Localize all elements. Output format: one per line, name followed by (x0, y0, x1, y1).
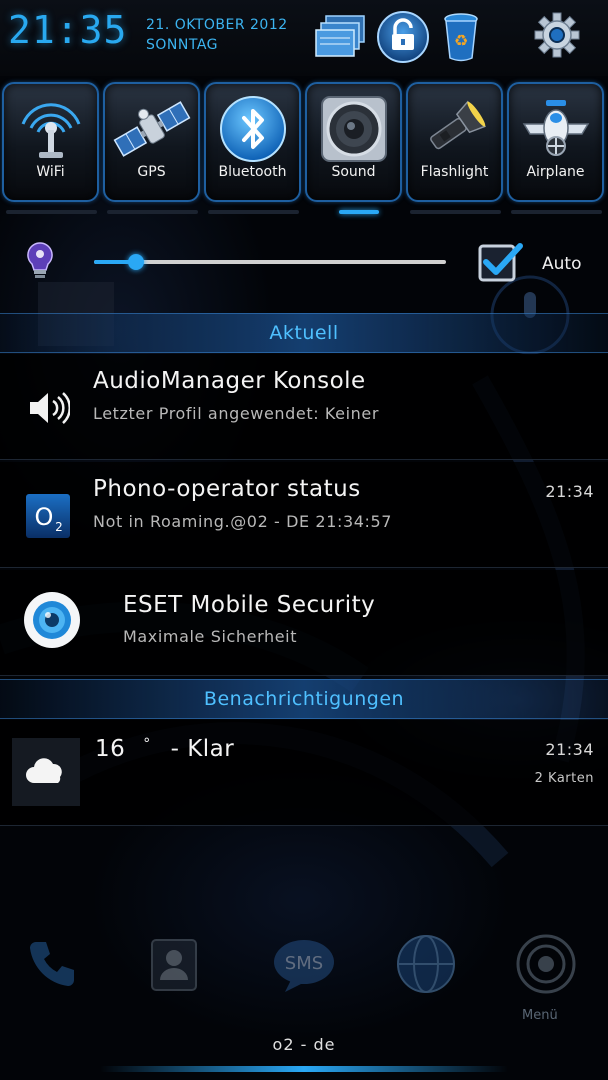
notification-weather[interactable]: 16 ° - Klar 21:34 2 Karten (0, 720, 608, 826)
weather-temperature: 16 (95, 736, 126, 762)
toggle-flashlight[interactable]: Flashlight (406, 82, 503, 202)
notification-subtitle: Not in Roaming.@02 - DE 21:34:57 (93, 512, 393, 531)
notification-eset[interactable]: ESET Mobile Security Maximale Sicherheit (0, 570, 608, 676)
wifi-antenna-icon (4, 92, 97, 166)
toggle-indicator-active (309, 210, 400, 214)
speaker-icon (307, 92, 400, 166)
contacts-icon[interactable] (136, 926, 212, 1002)
toggle-indicator (6, 210, 97, 214)
brightness-slider-thumb[interactable] (128, 254, 145, 270)
o2-logo-icon: O 2 (22, 490, 74, 542)
toggle-wifi[interactable]: WiFi (2, 82, 99, 202)
lock-icon[interactable] (376, 10, 430, 64)
weather-degree: ° (143, 736, 151, 752)
svg-text:SMS: SMS (285, 953, 323, 974)
bluetooth-icon (206, 92, 299, 166)
svg-text:♻: ♻ (454, 31, 468, 50)
svg-text:O: O (35, 503, 54, 531)
notification-time: 21:34 (545, 482, 594, 501)
weather-condition: - Klar (170, 736, 235, 762)
airplane-icon (509, 92, 602, 166)
cloud-icon (12, 738, 80, 806)
notification-count: 2 Karten (534, 771, 594, 786)
section-header-ongoing: Aktuell (0, 313, 608, 353)
brightness-slider[interactable] (94, 254, 446, 270)
toggle-airplane[interactable]: Airplane (507, 82, 604, 202)
weekday-text: SONNTAG (146, 37, 218, 53)
notification-title: AudioManager Konsole (93, 368, 366, 394)
app-drawer-label: Menü (522, 1008, 558, 1023)
quick-toggles: WiFi GPS Bluetooth Sound Flashlight Airp… (2, 82, 608, 202)
eset-eye-icon (22, 590, 82, 650)
settings-gear-icon[interactable] (530, 8, 584, 62)
notification-title: ESET Mobile Security (123, 592, 376, 618)
toggle-indicator (107, 210, 198, 214)
toggle-label: Flashlight (420, 164, 489, 180)
auto-brightness-checkbox[interactable] (478, 240, 523, 282)
app-drawer-icon[interactable] (508, 926, 584, 1002)
carrier-label: o2 - de (272, 1035, 336, 1054)
trash-icon[interactable]: ♻ (434, 10, 488, 64)
recent-apps-icon[interactable] (314, 10, 368, 64)
toggle-label: Bluetooth (218, 164, 287, 180)
volume-icon (22, 382, 74, 434)
toggle-label: Airplane (526, 164, 585, 180)
notification-phono-operator[interactable]: O 2 Phono-operator status Not in Roaming… (0, 462, 608, 568)
status-header: 21:35 21. OKTOBER 2012 SONNTAG ♻ (0, 0, 608, 76)
notification-audiomanager[interactable]: AudioManager Konsole Letzter Profil ange… (0, 354, 608, 460)
toggle-indicator (410, 210, 501, 214)
toggle-label: GPS (137, 164, 166, 180)
brightness-row: Auto (0, 228, 608, 298)
notification-time: 21:34 (545, 740, 594, 759)
toggle-indicator (208, 210, 299, 214)
notification-subtitle: Maximale Sicherheit (123, 627, 298, 646)
notification-title: Phono-operator status (93, 476, 361, 502)
toggle-indicator (511, 210, 602, 214)
toggle-bluetooth[interactable]: Bluetooth (204, 82, 301, 202)
notification-title: 16 ° - Klar (95, 736, 234, 762)
toggle-gps[interactable]: GPS (103, 82, 200, 202)
home-dock: SMS (0, 910, 608, 1030)
lightbulb-icon (24, 240, 56, 288)
phone-icon[interactable] (14, 926, 90, 1002)
date-text: 21. OKTOBER 2012 (146, 17, 288, 33)
svg-text:2: 2 (55, 520, 63, 534)
toggle-indicators (6, 210, 606, 218)
date-display: 21. OKTOBER 2012 SONNTAG (146, 15, 288, 55)
auto-brightness-label: Auto (542, 254, 582, 274)
browser-globe-icon[interactable] (388, 926, 464, 1002)
toggle-label: WiFi (36, 164, 65, 180)
notification-subtitle: Letzter Profil angewendet: Keiner (93, 404, 380, 423)
clock[interactable]: 21:35 (8, 8, 127, 52)
section-header-notifications: Benachrichtigungen (0, 679, 608, 719)
toggle-label: Sound (331, 164, 376, 180)
shade-drag-handle[interactable] (100, 1066, 508, 1072)
gps-satellite-icon (105, 92, 198, 166)
sms-icon[interactable]: SMS (266, 926, 342, 1002)
toggle-sound[interactable]: Sound (305, 82, 402, 202)
flashlight-icon (408, 92, 501, 166)
